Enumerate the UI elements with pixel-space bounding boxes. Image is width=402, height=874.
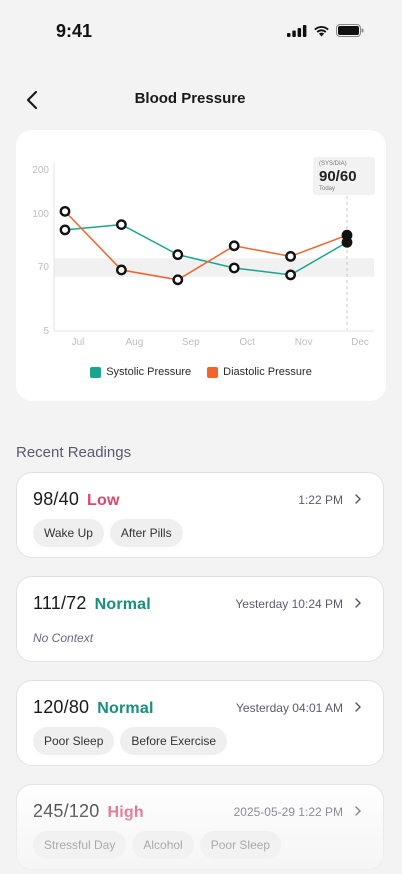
- reading-status: Normal: [97, 700, 154, 717]
- reading-context: No Context: [33, 631, 94, 645]
- reading-time: 2025-05-29 1:22 PM: [233, 805, 343, 819]
- x-tick-label: Oct: [239, 337, 255, 348]
- context-tag: Stressful Day: [33, 831, 127, 859]
- data-point-diastolic: [116, 264, 127, 276]
- nav-header: Blood Pressure: [0, 80, 402, 120]
- status-time: 9:41: [56, 21, 93, 41]
- context-tag: Poor Sleep: [33, 727, 115, 755]
- tooltip-sub: Today: [319, 186, 336, 192]
- x-tick-label: Jul: [72, 337, 85, 348]
- reading-tags: Poor Sleep Before Exercise: [33, 727, 228, 755]
- legend-swatch-systolic: [90, 366, 102, 378]
- normal-range-band: [54, 258, 374, 277]
- y-tick-label: 5: [43, 326, 49, 337]
- data-point-systolic: [285, 269, 296, 281]
- tooltip-label: (SYS/DIA): [319, 161, 347, 167]
- data-point-diastolic: [285, 251, 296, 262]
- chart-tooltip: (SYS/DIA) 90/60 Today: [313, 157, 375, 195]
- context-tag: After Pills: [109, 519, 183, 547]
- reading-card[interactable]: 98/40 Low 1:22 PM Wake Up After Pills: [16, 472, 384, 558]
- reading-card[interactable]: 111/72 Normal Yesterday 10:24 PM No Conte…: [16, 576, 384, 662]
- reading-status: Low: [87, 492, 120, 509]
- data-point-systolic: [59, 224, 71, 236]
- reading-tags: Wake Up After Pills: [33, 519, 183, 547]
- x-tick-label: Nov: [295, 337, 313, 348]
- legend-label-diastolic: Diastolic Pressure: [223, 366, 312, 378]
- recent-readings-title: Recent Readings: [16, 444, 132, 461]
- legend-systolic: Systolic Pressure: [90, 366, 191, 378]
- data-point-systolic: [228, 262, 240, 274]
- chart-card: 200 100 70 5 Jul Aug Sep Oct Nov Dec (SYS/DIA) 90…: [16, 130, 386, 401]
- legend-swatch-diastolic: [207, 366, 219, 378]
- legend-label-systolic: Systolic Pressure: [106, 366, 192, 378]
- legend-diastolic: Diastolic Pressure: [207, 366, 312, 378]
- reading-value: 245/120: [33, 801, 100, 821]
- data-point-diastolic: [172, 274, 184, 286]
- cellular-signal-icon: [287, 24, 307, 37]
- chevron-right-icon: [355, 702, 361, 712]
- y-tick-label: 70: [38, 262, 50, 273]
- x-tick-label: Dec: [351, 337, 369, 348]
- chevron-right-icon: [355, 494, 361, 504]
- data-point-systolic: [116, 219, 127, 231]
- data-point-diastolic: [59, 205, 71, 217]
- reading-value: 111/72: [33, 593, 87, 613]
- y-tick-label: 200: [32, 165, 49, 176]
- reading-value: 98/40: [33, 489, 80, 509]
- context-tag: Poor Sleep: [199, 831, 282, 859]
- x-tick-label: Aug: [126, 337, 144, 348]
- chevron-right-icon: [355, 806, 361, 816]
- reading-status: High: [107, 804, 144, 821]
- tooltip-value: 90/60: [319, 168, 357, 185]
- reading-card[interactable]: 245/120 High 2025-05-29 1:22 PM Stressful…: [16, 784, 384, 870]
- battery-icon: [336, 24, 364, 37]
- context-tag: Alcohol: [132, 831, 194, 859]
- context-tag: Before Exercise: [120, 727, 228, 755]
- status-bar: 9:41: [0, 0, 402, 60]
- reading-tags: Stressful Day Alcohol Poor Sleep: [33, 831, 282, 859]
- data-point-systolic: [172, 249, 184, 261]
- data-point-diastolic: [228, 240, 240, 252]
- reading-status: Normal: [94, 596, 151, 613]
- reading-time: 1:22 PM: [298, 493, 343, 507]
- reading-card[interactable]: 120/80 Normal Yesterday 04:01 AM Poor Sle…: [16, 680, 384, 766]
- page-title: Blood Pressure: [134, 90, 246, 107]
- x-tick-label: Sep: [182, 337, 200, 348]
- context-tag: Wake Up: [33, 519, 104, 547]
- reading-time: Yesterday 04:01 AM: [236, 701, 343, 715]
- chevron-right-icon: [355, 598, 361, 608]
- wifi-icon: [314, 25, 329, 36]
- y-tick-label: 100: [32, 209, 49, 220]
- data-point-diastolic: [341, 229, 353, 241]
- reading-value: 120/80: [33, 697, 90, 717]
- reading-time: Yesterday 10:24 PM: [235, 597, 343, 611]
- chart-legend: Systolic Pressure Diastolic Pressure: [16, 366, 386, 378]
